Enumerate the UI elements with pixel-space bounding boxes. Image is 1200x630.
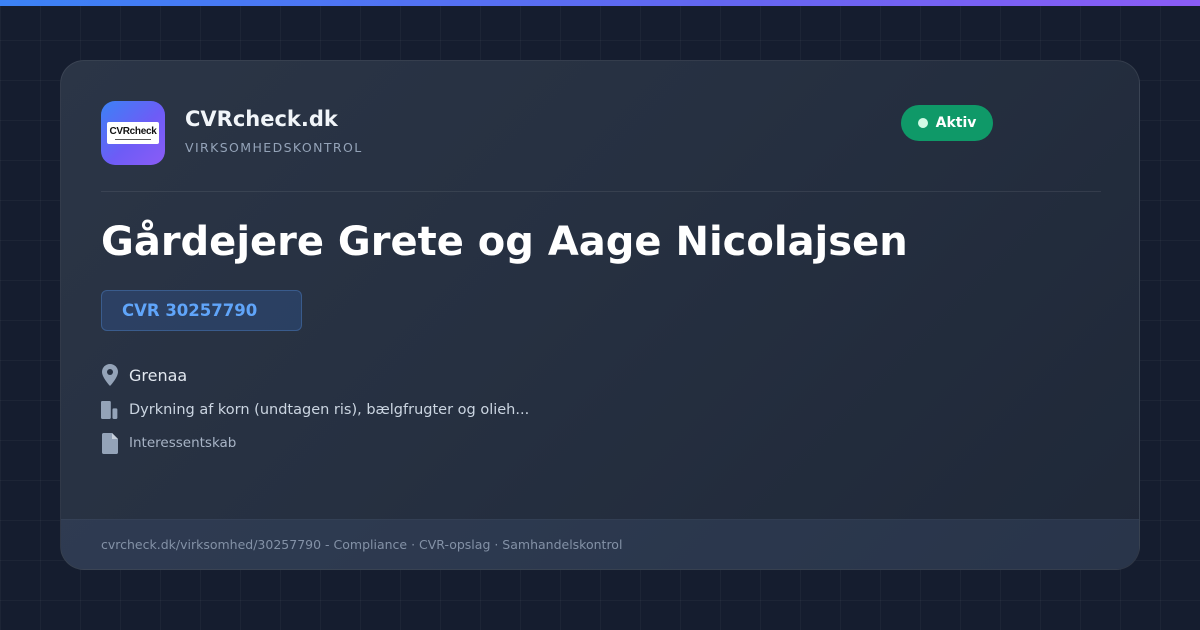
company-name: Gårdejere Grete og Aage Nicolajsen bbox=[101, 219, 908, 265]
logo-plate: CVRcheck bbox=[107, 122, 159, 144]
top-accent-bar bbox=[0, 0, 1200, 6]
map-pin-icon bbox=[101, 363, 119, 387]
info-row-city: Grenaa bbox=[101, 363, 187, 387]
logo-text: CVRcheck bbox=[109, 125, 157, 137]
status-badge: Aktiv bbox=[901, 105, 993, 141]
card-footer: cvrcheck.dk/virksomhed/30257790 - Compli… bbox=[61, 519, 1139, 569]
status-label: Aktiv bbox=[935, 115, 977, 131]
brand-name[interactable]: CVRcheck.dk bbox=[185, 107, 338, 131]
document-icon bbox=[101, 431, 119, 455]
brand-logo[interactable]: CVRcheck bbox=[101, 101, 165, 165]
cvr-badge: CVR 30257790 bbox=[101, 290, 302, 331]
brand-tagline: VIRKSOMHEDSKONTROL bbox=[185, 140, 363, 155]
company-city: Grenaa bbox=[129, 365, 188, 385]
company-type: Interessentskab bbox=[129, 435, 237, 451]
company-industry: Dyrkning af korn (undtagen ris), bælgfru… bbox=[129, 402, 530, 418]
footer-text: cvrcheck.dk/virksomhed/30257790 - Compli… bbox=[101, 537, 623, 552]
company-card: CVRcheck CVRcheck.dk VIRKSOMHEDSKONTROL … bbox=[60, 60, 1140, 570]
info-row-type: Interessentskab bbox=[101, 431, 236, 455]
header-divider bbox=[101, 191, 1101, 192]
building-icon bbox=[101, 398, 119, 422]
info-row-industry: Dyrkning af korn (undtagen ris), bælgfru… bbox=[101, 398, 529, 422]
cvr-number: CVR 30257790 bbox=[122, 301, 258, 320]
logo-underline bbox=[115, 138, 151, 140]
status-dot-icon bbox=[917, 118, 928, 128]
